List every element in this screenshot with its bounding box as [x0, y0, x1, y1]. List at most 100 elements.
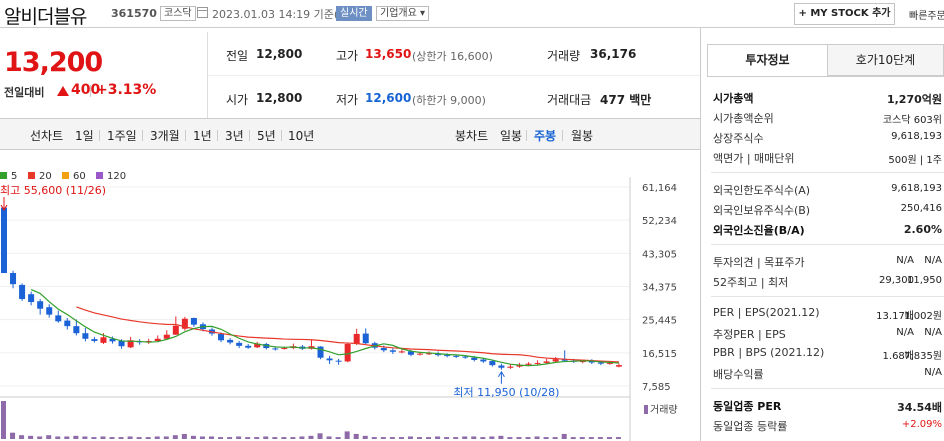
- divider: [208, 75, 701, 76]
- volume-bar: [615, 437, 621, 439]
- invest-info-label: PBR | BPS (2021.12): [713, 346, 825, 359]
- realtime-button[interactable]: 실시간: [336, 6, 372, 21]
- legend-label: 120: [107, 171, 126, 182]
- volume-bar: [181, 433, 187, 439]
- invest-info-value: 1,270억원: [886, 93, 942, 106]
- invest-info-row: 외국인소진율(B/A) 2.60%: [711, 220, 944, 240]
- candle: [462, 356, 469, 358]
- candle: [398, 351, 405, 353]
- invest-info-row: 추정PER | EPS N/A N/A: [711, 324, 944, 344]
- tab-invest-info[interactable]: 투자정보: [707, 44, 828, 76]
- candle: [227, 339, 234, 343]
- divider: [249, 130, 250, 141]
- tab-line-3m[interactable]: 3개월: [150, 127, 180, 144]
- tab-orderbook[interactable]: 호가10단계: [827, 44, 944, 76]
- volume-bar: [163, 436, 169, 439]
- candle: [46, 307, 53, 315]
- volume-bar: [579, 437, 585, 439]
- invest-info-value: 7,835원: [904, 351, 942, 362]
- candle: [172, 325, 179, 335]
- volume-bar: [19, 435, 25, 439]
- candle: [453, 355, 460, 357]
- tab-line-10y[interactable]: 10년: [288, 127, 314, 144]
- amount-label: 거래대금: [547, 93, 592, 107]
- volume-bar: [236, 436, 242, 439]
- volume-bar: [426, 437, 432, 439]
- volume-bar: [407, 436, 413, 439]
- candle: [389, 350, 396, 352]
- tab-candle-daily[interactable]: 일봉: [500, 127, 522, 144]
- candle: [444, 355, 451, 357]
- volume-bar: [299, 436, 305, 439]
- volume-bar: [435, 436, 441, 439]
- candle: [543, 361, 550, 363]
- tab-candle-weekly[interactable]: 주봉: [534, 127, 556, 144]
- volume-bar: [543, 437, 549, 439]
- stock-name: 알비더블유: [4, 6, 87, 28]
- volume-bar: [471, 436, 477, 439]
- invest-info-value: 11,950: [907, 275, 942, 286]
- invest-info-label: 액면가 | 매매단위: [713, 152, 795, 165]
- y-tick-label: 34,375: [642, 283, 677, 294]
- volume-bar: [417, 437, 422, 439]
- price-chart[interactable]: 61,164 52,234 43,305 34,375 25,445 16,515 7,58…: [0, 151, 700, 441]
- legend-swatch: [96, 172, 103, 179]
- legend-label: 60: [73, 171, 86, 182]
- volume-bar: [245, 437, 251, 439]
- volume-bar: [308, 435, 314, 439]
- candle: [118, 341, 125, 347]
- volume-bar: [263, 436, 269, 439]
- high-value: 13,650: [365, 47, 412, 61]
- min-price-label: 최저 11,950 (10/28): [453, 386, 559, 399]
- candle: [335, 360, 342, 362]
- tab-line-1w[interactable]: 1주일: [107, 127, 137, 144]
- volume-bar: [326, 436, 332, 439]
- volume-label: 거래량: [547, 49, 581, 63]
- chart-tabs: [0, 119, 701, 150]
- candle: [91, 339, 98, 342]
- volume-bar: [73, 435, 79, 439]
- candle: [525, 363, 532, 365]
- divider: [99, 130, 100, 141]
- volume-bar: [154, 436, 160, 439]
- lower-limit: (하한가 9,000): [412, 94, 486, 107]
- prev-close-value: 12,800: [256, 47, 303, 61]
- company-overview-dropdown[interactable]: 기업개요 ▾: [376, 6, 429, 21]
- volume-bar: [480, 437, 486, 439]
- tab-candle-monthly[interactable]: 월봉: [571, 127, 593, 144]
- tab-line-3y[interactable]: 3년: [225, 127, 244, 144]
- invest-info-row: 시가총액 1,270억원: [711, 88, 944, 108]
- volume-bar: [335, 437, 341, 439]
- divider: [90, 85, 91, 97]
- volume-bar: [489, 436, 495, 439]
- y-tick-label: 25,445: [642, 316, 677, 327]
- invest-info-label: 외국인소진율(B/A): [713, 224, 805, 237]
- ma5-line: [30, 289, 620, 367]
- legend-swatch: [62, 172, 69, 179]
- invest-info-value: +2.09%: [901, 419, 942, 430]
- candle: [19, 284, 26, 300]
- volume-bar: [82, 436, 88, 439]
- volume-value: 36,176: [590, 47, 637, 61]
- divider: [711, 172, 944, 173]
- tab-line-1d[interactable]: 1일: [75, 127, 94, 144]
- volume-bar: [561, 433, 567, 439]
- volume-bar: [570, 437, 576, 439]
- invest-info-value: 250,416: [900, 203, 942, 214]
- tab-line-1y[interactable]: 1년: [193, 127, 212, 144]
- volume-bar: [218, 437, 224, 439]
- volume-bar: [597, 437, 603, 439]
- volume-bar: [10, 432, 16, 439]
- add-mystock-button[interactable]: + MY STOCK 추가: [794, 3, 895, 25]
- invest-info-row: 액면가 | 매매단위 500원 | 1주: [711, 148, 944, 168]
- volume-bar: [290, 437, 296, 439]
- y-tick-label: 61,164: [642, 183, 677, 194]
- candle: [489, 361, 496, 366]
- volume-bar: [227, 437, 233, 439]
- candle: [82, 333, 89, 339]
- candle: [615, 365, 622, 367]
- tab-line-5y[interactable]: 5년: [257, 127, 276, 144]
- quick-order-link[interactable]: 빠른주문: [909, 7, 944, 22]
- volume-bar: [190, 435, 196, 439]
- volume-bar: [606, 437, 612, 439]
